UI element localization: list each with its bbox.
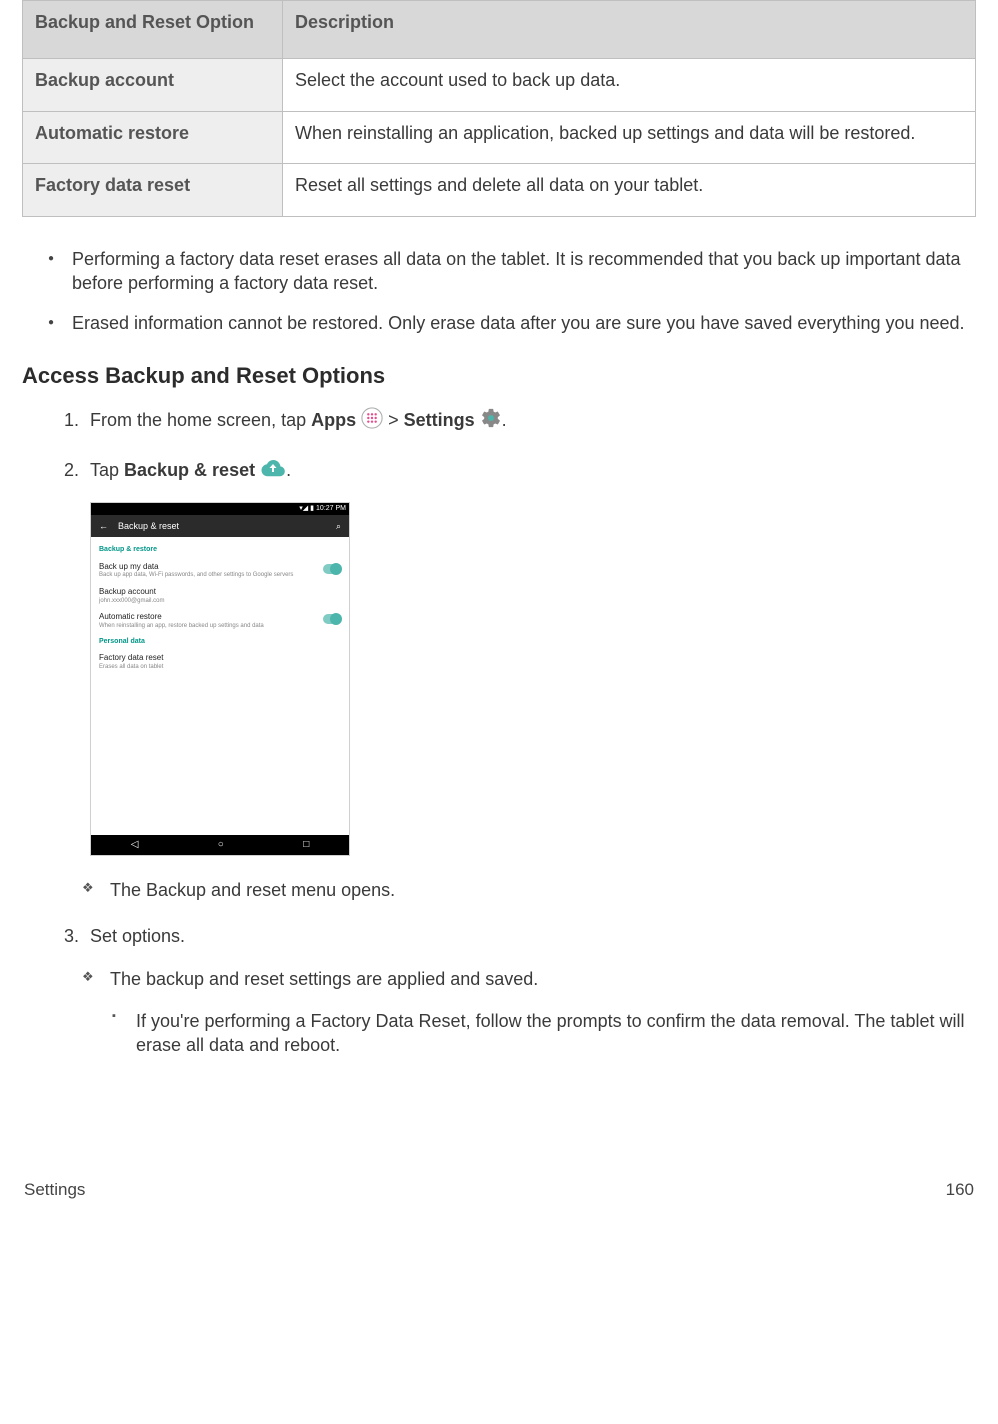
toggle-switch[interactable] [323, 564, 341, 574]
list-item[interactable]: Backup account john.xxx000@gmail.com [99, 584, 341, 609]
cell-desc: When reinstalling an application, backed… [283, 111, 976, 163]
statusbar: ▾◢ ▮ 10:27 PM [91, 503, 349, 515]
footer-section: Settings [24, 1180, 85, 1200]
statusbar-time: 10:27 PM [316, 504, 346, 513]
nav-recent-icon[interactable]: □ [303, 838, 309, 852]
section-label: Backup & restore [99, 545, 341, 554]
toggle-switch[interactable] [323, 614, 341, 624]
table-row: Backup account Select the account used t… [23, 59, 976, 111]
section-label: Personal data [99, 637, 341, 646]
th-desc: Description [283, 1, 976, 59]
cell-desc: Reset all settings and delete all data o… [283, 164, 976, 216]
th-option: Backup and Reset Option [23, 1, 283, 59]
list-item[interactable]: Automatic restore When reinstalling an a… [99, 609, 341, 634]
back-icon[interactable]: ← [99, 520, 108, 532]
step-item: Set options. The backup and reset settin… [84, 924, 976, 1057]
section-heading: Access Backup and Reset Options [22, 363, 976, 389]
signal-icon: ▾◢ [299, 504, 308, 513]
cell-option: Factory data reset [23, 164, 283, 216]
nav-back-icon[interactable]: ◁ [131, 838, 139, 852]
cell-option: Automatic restore [23, 111, 283, 163]
system-navbar: ◁ ○ □ [91, 835, 349, 855]
apps-icon [361, 407, 383, 435]
step-item: From the home screen, tap Apps > Setting… [84, 407, 976, 435]
sub-note: The Backup and reset menu opens. [110, 878, 976, 902]
list-item[interactable]: Factory data reset Erases all data on ta… [99, 650, 341, 675]
settings-label: Settings [404, 410, 475, 430]
warning-item: Performing a factory data reset erases a… [72, 247, 976, 296]
backup-reset-label: Backup & reset [124, 460, 255, 480]
apps-label: Apps [311, 410, 356, 430]
battery-icon: ▮ [310, 504, 314, 513]
table-row: Factory data reset Reset all settings an… [23, 164, 976, 216]
step-item: Tap Backup & reset . ▾◢ ▮ 10:27 PM ← Bac… [84, 458, 976, 903]
warning-list: Performing a factory data reset erases a… [22, 247, 976, 336]
sub-note: The backup and reset settings are applie… [110, 967, 976, 991]
settings-icon [480, 407, 502, 435]
cell-desc: Select the account used to back up data. [283, 59, 976, 111]
footer-page-number: 160 [946, 1180, 974, 1200]
sub-note: If you're performing a Factory Data Rese… [136, 1009, 976, 1058]
page-footer: Settings 160 [22, 1080, 976, 1208]
cloud-upload-icon [260, 458, 286, 484]
options-table: Backup and Reset Option Description Back… [22, 0, 976, 217]
steps-list: From the home screen, tap Apps > Setting… [22, 407, 976, 1057]
table-row: Automatic restore When reinstalling an a… [23, 111, 976, 163]
appbar-title: Backup & reset [118, 520, 326, 532]
cell-option: Backup account [23, 59, 283, 111]
device-screenshot: ▾◢ ▮ 10:27 PM ← Backup & reset ⌕ Backup … [90, 502, 350, 856]
appbar: ← Backup & reset ⌕ [91, 515, 349, 537]
warning-item: Erased information cannot be restored. O… [72, 311, 976, 335]
screen-body: Backup & restore Back up my data Back up… [91, 537, 349, 835]
nav-home-icon[interactable]: ○ [218, 838, 224, 852]
list-item[interactable]: Back up my data Back up app data, Wi-Fi … [99, 559, 341, 584]
search-icon[interactable]: ⌕ [336, 520, 341, 532]
